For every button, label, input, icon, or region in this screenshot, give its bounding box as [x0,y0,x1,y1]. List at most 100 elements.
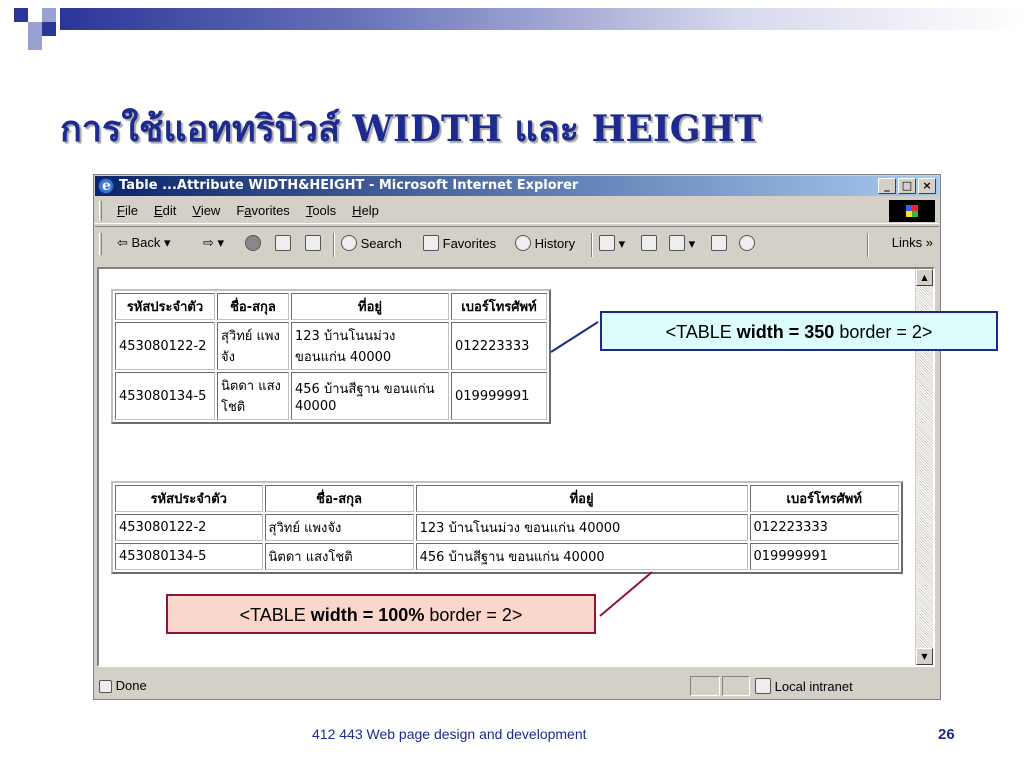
back-button[interactable]: ⇦ Back ▾ [117,235,171,251]
menu-item-accesskey: F [117,203,125,218]
refresh-icon [275,235,291,251]
table-cell: 012223333 [749,514,899,541]
menu-item-text: iew [200,203,221,218]
decor-square [14,8,28,22]
table-row: 453080122-2 สุวิทย์ แพงจัง 123 บ้านโนนม่วง… [115,514,899,541]
edit-button[interactable]: ▾ [669,235,695,252]
toolbar-grip[interactable] [99,201,102,221]
toolbar-separator [333,233,335,257]
callout-text: border = 2> [834,322,933,342]
status-bar: Done Local intranet [95,674,939,698]
favorites-icon [423,235,439,251]
table-cell: 453080122-2 [115,322,215,370]
toolbar-separator [591,233,593,257]
status-text: Done [99,678,147,693]
callout-text: border = 2> [424,605,523,625]
status-panel [690,676,720,696]
table-width-100pct: รหัสประจำตัว ชื่อ-สกุล ที่อยู่ เบอร์โทรศัพท… [111,481,903,574]
intranet-icon [755,678,771,694]
window-title: Table ...Attribute WIDTH&HEIGHT - Micros… [119,178,579,193]
print-icon [641,235,657,251]
history-label: History [534,236,576,251]
table-row: 453080134-5 นิตดา แสงโชติ 456 บ้านสีฐาน ขอ… [115,543,899,570]
windows-logo-icon [889,200,935,222]
callout-text: <TABLE [239,605,311,625]
close-button[interactable]: × [918,178,936,194]
menu-item[interactable]: Tools [306,203,336,218]
home-icon [305,235,321,251]
links-button[interactable]: Links » [892,235,933,250]
window-controls: _ □ × [878,178,936,194]
stop-icon [245,235,261,251]
discuss-button[interactable] [711,235,727,251]
decor-square [28,22,42,36]
maximize-button[interactable]: □ [898,178,916,194]
table-cell: 123 บ้านโนนม่วง ขอนแก่น 40000 [291,322,449,370]
history-icon [515,235,531,251]
decor-square [42,8,56,22]
table-cell: สุวิทย์ แพงจัง [217,322,289,370]
minimize-button[interactable]: _ [878,178,896,194]
table-header-cell: รหัสประจำตัว [115,485,263,512]
menu-bar: File Edit View Favorites Tools Help [95,198,939,224]
zone-label: Local intranet [774,679,853,694]
discuss-icon [711,235,727,251]
ie-logo-icon [98,176,114,196]
edit-icon [669,235,685,251]
mail-button[interactable]: ▾ [599,235,625,252]
table-cell: 012223333 [451,322,547,370]
search-label: Search [360,236,402,251]
callout-width-350: <TABLE width = 350 border = 2> [600,311,998,351]
table-cell: นิตดา แสงโชติ [217,372,289,420]
menu-item-accesskey: H [352,203,362,218]
menu-item[interactable]: Favorites [236,203,289,218]
print-button[interactable] [641,235,657,251]
table-header-row: รหัสประจำตัว ชื่อ-สกุล ที่อยู่ เบอร์โทรศัพท… [115,485,899,512]
table-header-cell: ชื่อ-สกุล [264,485,414,512]
slide-title: การใช้แอททริบิวส์ WIDTH และ HEIGHT [60,108,762,150]
menu-item[interactable]: Help [352,203,379,218]
history-button[interactable]: History [515,235,575,251]
table-row: 453080122-2 สุวิทย์ แพงจัง 123 บ้านโนนม่วง… [115,322,547,370]
messenger-button[interactable] [739,235,755,251]
stop-button[interactable] [245,235,261,251]
scroll-down-button[interactable]: ▼ [916,648,933,665]
table-cell: 453080134-5 [115,543,263,570]
menu-item[interactable]: View [192,203,220,218]
table-header-cell: รหัสประจำตัว [115,293,215,320]
back-label: ⇦ Back [117,235,161,250]
table-cell: 456 บ้านสีฐาน ขอนแก่น 40000 [291,372,449,420]
menu-item-accesskey: a [244,203,252,218]
decor-square [28,36,42,50]
favorites-button[interactable]: Favorites [423,235,496,251]
menu-item-text: elp [361,203,379,218]
menu-item-accesskey: V [192,203,201,218]
decor-gradient-bar [60,8,1024,30]
table-header-row: รหัสประจำตัว ชื่อ-สกุล ที่อยู่ เบอร์โทรศัพท… [115,293,547,320]
search-button[interactable]: Search [341,235,402,251]
table-cell: สุวิทย์ แพงจัง [264,514,414,541]
refresh-button[interactable] [275,235,291,251]
table-header-cell: ที่อยู่ [291,293,449,320]
scroll-up-button[interactable]: ▲ [916,269,933,286]
table-cell: 453080122-2 [115,514,263,541]
toolbar-separator [867,233,869,257]
mail-icon [599,235,615,251]
home-button[interactable] [305,235,321,251]
menu-item[interactable]: File [117,203,138,218]
menu-item[interactable]: Edit [154,203,176,218]
table-header-cell: เบอร์โทรศัพท์ [749,485,899,512]
status-panels [690,676,750,696]
table-header-cell: ชื่อ-สกุล [217,293,289,320]
callout-bold-text: width = 100% [310,605,425,625]
table-cell: 123 บ้านโนนม่วง ขอนแก่น 40000 [415,514,748,541]
status-panel [722,676,750,696]
menu-items: File Edit View Favorites Tools Help [117,203,395,218]
forward-button[interactable]: ⇨ ▾ [203,235,224,251]
callout-bold-text: width = 350 [736,322,835,342]
search-icon [341,235,357,251]
menu-item-text: ools [312,203,337,218]
window-titlebar[interactable]: Table ...Attribute WIDTH&HEIGHT - Micros… [95,176,939,196]
page-icon [99,680,112,693]
toolbar-grip[interactable] [99,233,102,255]
